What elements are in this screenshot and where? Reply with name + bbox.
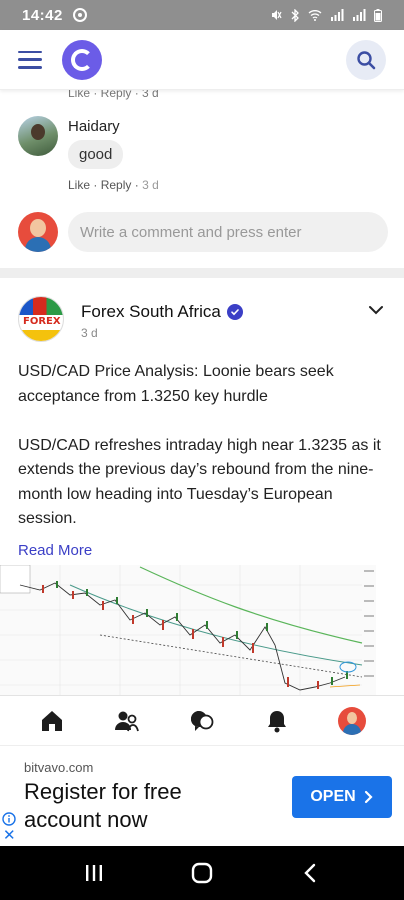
post-image-chart[interactable] [0, 565, 376, 695]
section-divider [0, 268, 404, 278]
reply-link[interactable]: Reply [101, 178, 132, 192]
ad-domain: bitvavo.com [24, 760, 94, 775]
back-nav-button[interactable] [290, 853, 330, 893]
chart-graphic [0, 565, 376, 695]
nav-people-button[interactable] [107, 701, 147, 741]
nav-chat-button[interactable] [182, 701, 222, 741]
nav-profile-button[interactable] [332, 701, 372, 741]
comment-actions: Like · Reply · 3 d [68, 178, 159, 192]
commenter-avatar[interactable] [18, 116, 58, 156]
signal-icon-2 [353, 9, 366, 21]
bottom-navigation [0, 695, 404, 745]
system-navigation-bar [0, 846, 404, 900]
comment-author[interactable]: Haidary [68, 118, 120, 135]
comment-time: 3 d [142, 178, 159, 192]
my-avatar [18, 212, 58, 252]
profile-avatar [338, 706, 367, 735]
status-bar: 14:42 [0, 0, 404, 30]
post-text: USD/CAD Price Analysis: Loonie bears see… [18, 363, 381, 527]
ad-open-button[interactable]: OPEN [292, 776, 392, 818]
back-arrow-icon [304, 863, 316, 883]
ad-open-label: OPEN [310, 788, 356, 805]
ad-info-icon[interactable] [2, 812, 16, 826]
home-circle-icon [191, 862, 213, 884]
nav-notifications-button[interactable] [257, 701, 297, 741]
bluetooth-icon [291, 8, 299, 22]
read-more-link[interactable]: Read More [18, 542, 92, 559]
comment-composer [18, 212, 388, 252]
comment-input[interactable] [68, 212, 388, 252]
avatar-logo-text: FOREX [23, 316, 61, 327]
post-author-avatar[interactable]: FOREX [18, 296, 64, 342]
like-link[interactable]: Like [68, 178, 90, 192]
chevron-right-icon [364, 790, 373, 804]
wifi-icon [308, 10, 322, 21]
hamburger-menu-icon[interactable] [18, 50, 42, 69]
home-icon [41, 710, 62, 731]
status-time: 14:42 [22, 6, 63, 24]
recent-apps-button[interactable] [74, 853, 114, 893]
mute-icon [272, 10, 282, 20]
bell-icon [268, 710, 287, 732]
search-button[interactable] [346, 39, 386, 80]
app-bar [0, 30, 404, 90]
signal-icon [331, 9, 344, 21]
nav-home-button[interactable] [32, 701, 72, 741]
post-time: 3 d [81, 326, 98, 340]
app-root: 14:42 Like · Reply · 3 d Haidary good Li… [0, 0, 404, 900]
app-logo[interactable] [62, 39, 102, 80]
battery-icon [374, 8, 382, 22]
ad-banner[interactable]: bitvavo.com Register for free account no… [0, 745, 404, 846]
separator: · [134, 178, 139, 192]
verified-badge-icon [226, 304, 243, 320]
home-nav-button[interactable] [182, 853, 222, 893]
ad-close-icon[interactable]: ✕ [3, 828, 16, 843]
post-author-name[interactable]: Forex South Africa [81, 302, 221, 322]
search-icon [357, 50, 376, 69]
separator: · [93, 178, 98, 192]
chat-icon [190, 710, 214, 731]
comment-text: good [68, 140, 124, 169]
ad-headline[interactable]: Register for free account now [24, 778, 244, 834]
people-icon [114, 711, 139, 731]
recent-apps-icon [86, 865, 102, 881]
chevron-down-icon[interactable] [368, 302, 384, 318]
status-icons [270, 8, 382, 22]
post-author[interactable]: Forex South Africa [81, 302, 243, 322]
notification-icon [72, 8, 87, 22]
